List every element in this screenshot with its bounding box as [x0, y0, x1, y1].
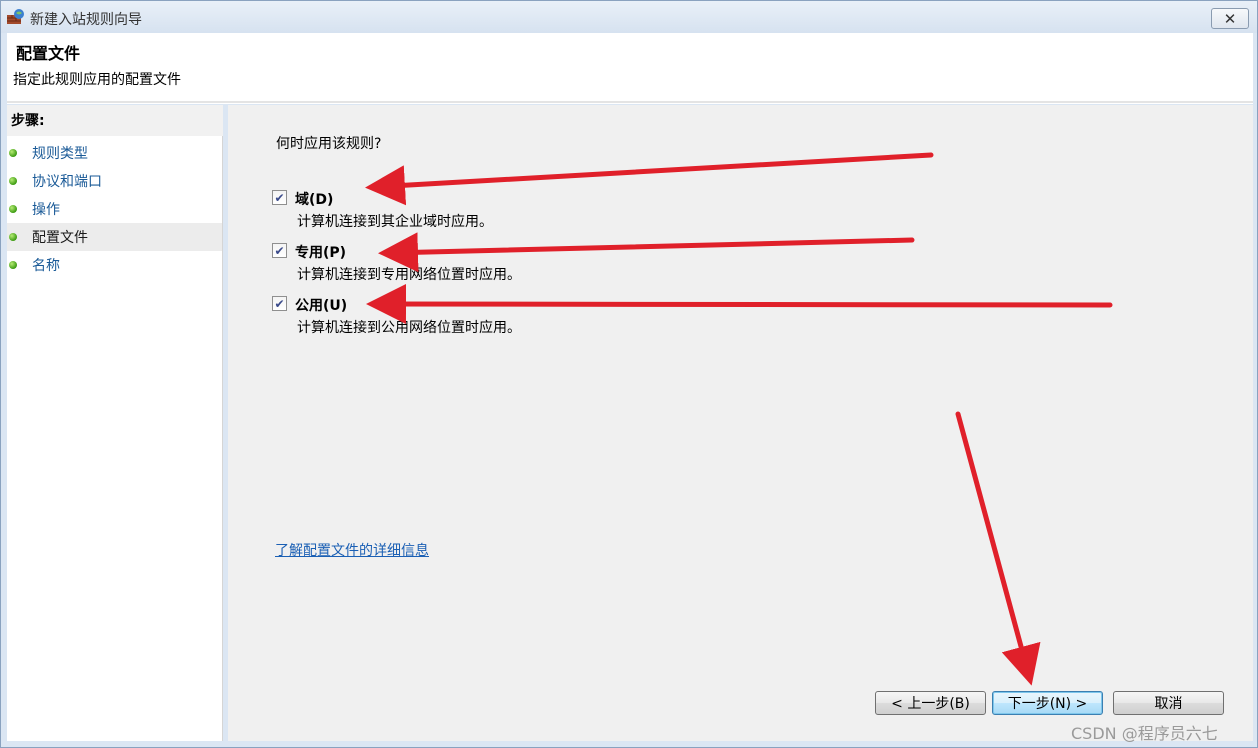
sidebar-item-label: 协议和端口 — [32, 174, 102, 190]
private-checkbox[interactable]: ✔ — [272, 243, 287, 258]
steps-sidebar: 步骤: 规则类型 协议和端口 操作 配置文件 名称 — [7, 105, 223, 741]
firewall-app-icon — [7, 9, 25, 25]
main-panel: 何时应用该规则? ✔ 域(D) 计算机连接到其企业域时应用。 ✔ 专用(P) 计… — [228, 105, 1253, 741]
private-description: 计算机连接到专用网络位置时应用。 — [297, 267, 521, 283]
cancel-button[interactable]: 取消 — [1113, 691, 1224, 715]
domain-checkbox[interactable]: ✔ — [272, 190, 287, 205]
public-checkbox[interactable]: ✔ — [272, 296, 287, 311]
sidebar-item-label: 规则类型 — [32, 146, 88, 162]
sidebar-item-label: 名称 — [32, 258, 60, 274]
green-dot-icon — [9, 261, 17, 269]
profile-info-link[interactable]: 了解配置文件的详细信息 — [275, 540, 429, 560]
sidebar-item-action[interactable]: 操作 — [7, 195, 222, 223]
wizard-window: 新建入站规则向导 ✕ 配置文件 指定此规则应用的配置文件 步骤: 规则类型 协议… — [0, 0, 1258, 748]
page-header: 配置文件 指定此规则应用的配置文件 — [7, 33, 1253, 101]
sidebar-item-protocol-ports[interactable]: 协议和端口 — [7, 167, 222, 195]
sidebar-item-name[interactable]: 名称 — [7, 251, 222, 279]
domain-description: 计算机连接到其企业域时应用。 — [297, 214, 493, 230]
public-label[interactable]: 公用(U) — [295, 295, 347, 315]
back-button[interactable]: < 上一步(B) — [875, 691, 986, 715]
private-label[interactable]: 专用(P) — [295, 242, 346, 262]
title-bar: 新建入站规则向导 ✕ — [1, 1, 1257, 33]
sidebar-item-label: 配置文件 — [32, 230, 88, 246]
sidebar-item-profile[interactable]: 配置文件 — [7, 223, 222, 251]
public-description: 计算机连接到公用网络位置时应用。 — [297, 320, 521, 336]
header-divider — [7, 101, 1253, 104]
sidebar-item-label: 操作 — [32, 202, 60, 218]
window-title: 新建入站规则向导 — [30, 12, 142, 28]
sidebar-item-rule-type[interactable]: 规则类型 — [7, 139, 222, 167]
watermark: CSDN @程序员六七 — [1071, 724, 1218, 743]
page-title: 配置文件 — [16, 44, 81, 63]
steps-heading: 步骤: — [7, 105, 223, 136]
next-button[interactable]: 下一步(N) > — [992, 691, 1103, 715]
green-dot-icon — [9, 233, 17, 241]
page-subtitle: 指定此规则应用的配置文件 — [13, 72, 181, 88]
close-button[interactable]: ✕ — [1211, 8, 1249, 29]
green-dot-icon — [9, 149, 17, 157]
domain-label[interactable]: 域(D) — [295, 189, 333, 209]
question-text: 何时应用该规则? — [276, 136, 382, 152]
green-dot-icon — [9, 177, 17, 185]
green-dot-icon — [9, 205, 17, 213]
